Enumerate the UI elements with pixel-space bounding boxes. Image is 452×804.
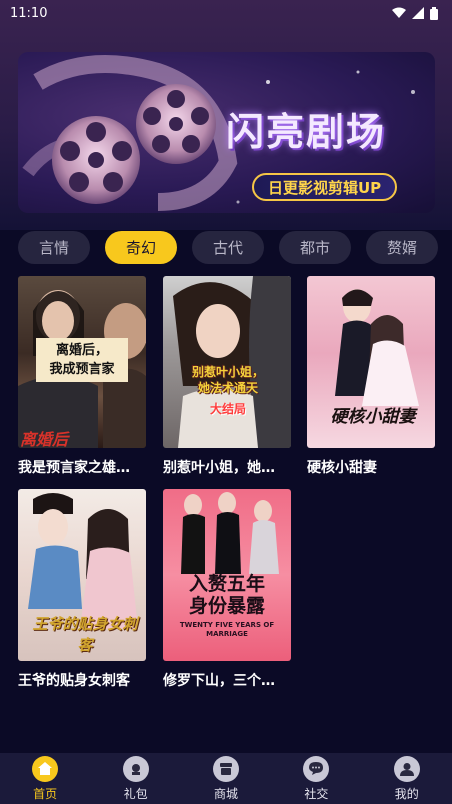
shop-icon <box>212 755 239 782</box>
poster-headline: 王爷的贴身女刺客 <box>32 615 138 654</box>
video-poster[interactable]: 王爷的贴身女刺客 <box>18 489 146 661</box>
category-tabs: 言情 奇幻 古代 都市 赘婿 <box>18 231 438 265</box>
status-icons <box>392 6 438 20</box>
tab-gift[interactable]: 礼包 <box>101 755 171 802</box>
video-poster[interactable]: 离婚后， 我成预言家 离婚后 <box>18 276 146 448</box>
video-title[interactable]: 修罗下山，三个… <box>163 670 291 690</box>
video-poster[interactable]: 入赘五年 身份暴露 TWENTY FIVE YEARS OF MARRIAGE <box>163 489 291 661</box>
poster-figure <box>173 276 291 448</box>
chat-icon <box>303 755 330 782</box>
video-card[interactable]: 别惹叶小姐， 她法术通天 大结局 别惹叶小姐，她… <box>163 276 291 477</box>
poster-caption: 大结局 <box>209 402 246 416</box>
video-card[interactable]: 硬核小甜妻 硬核小甜妻 <box>307 276 435 477</box>
banner-subtitle: 日更影视剪辑UP <box>252 173 398 201</box>
tab-label: 首页 <box>33 786 58 801</box>
tab-label: 商城 <box>213 786 238 801</box>
banner-title: 闪亮剧场 <box>226 110 387 154</box>
video-poster[interactable]: 别惹叶小姐， 她法术通天 大结局 <box>163 276 291 448</box>
category-tab-yanqing[interactable]: 言情 <box>18 231 90 264</box>
category-tab-dushi[interactable]: 都市 <box>279 231 351 264</box>
tab-label: 我的 <box>394 786 419 801</box>
video-card[interactable]: 入赘五年 身份暴露 TWENTY FIVE YEARS OF MARRIAGE … <box>163 489 291 690</box>
tab-social[interactable]: 社交 <box>281 755 351 802</box>
status-bar: 11:10 <box>0 0 452 26</box>
video-title[interactable]: 我是预言家之雄… <box>18 457 146 477</box>
tab-shop[interactable]: 商城 <box>191 755 261 802</box>
category-tab-gudai[interactable]: 古代 <box>192 231 264 264</box>
poster-caption: TWENTY FIVE YEARS OF MARRIAGE <box>179 621 275 638</box>
status-time: 11:10 <box>10 5 48 21</box>
poster-headline: 入赘五年 身份暴露 <box>188 573 265 617</box>
wifi-icon <box>392 7 406 18</box>
poster-headline: 离婚后， 我成预言家 <box>36 338 128 382</box>
tab-label: 社交 <box>304 786 329 801</box>
user-icon <box>393 755 420 782</box>
poster-headline: 硬核小甜妻 <box>330 407 416 427</box>
tab-home[interactable]: 首页 <box>10 755 80 802</box>
battery-icon <box>430 6 438 20</box>
poster-headline: 别惹叶小姐， 她法术通天 <box>191 365 264 395</box>
bottom-tab-bar: 首页 礼包 商城 社交 我的 <box>0 753 452 804</box>
video-poster[interactable]: 硬核小甜妻 <box>307 276 435 448</box>
video-card[interactable]: 离婚后， 我成预言家 离婚后 我是预言家之雄… <box>18 276 146 477</box>
signal-icon <box>412 7 424 19</box>
video-title[interactable]: 王爷的贴身女刺客 <box>18 670 146 690</box>
tab-profile[interactable]: 我的 <box>372 755 442 802</box>
category-tab-zhuixu[interactable]: 赘婿 <box>366 231 438 264</box>
video-card[interactable]: 王爷的贴身女刺客 王爷的贴身女刺客 <box>18 489 146 690</box>
video-title[interactable]: 硬核小甜妻 <box>307 457 435 477</box>
category-tab-qihuan[interactable]: 奇幻 <box>105 231 177 264</box>
tab-label: 礼包 <box>123 786 148 801</box>
gift-icon <box>122 755 149 782</box>
video-title[interactable]: 别惹叶小姐，她… <box>163 457 291 477</box>
poster-caption: 离婚后 <box>20 430 69 448</box>
home-icon <box>32 755 59 782</box>
promo-banner[interactable]: 闪亮剧场 日更影视剪辑UP <box>18 52 435 213</box>
